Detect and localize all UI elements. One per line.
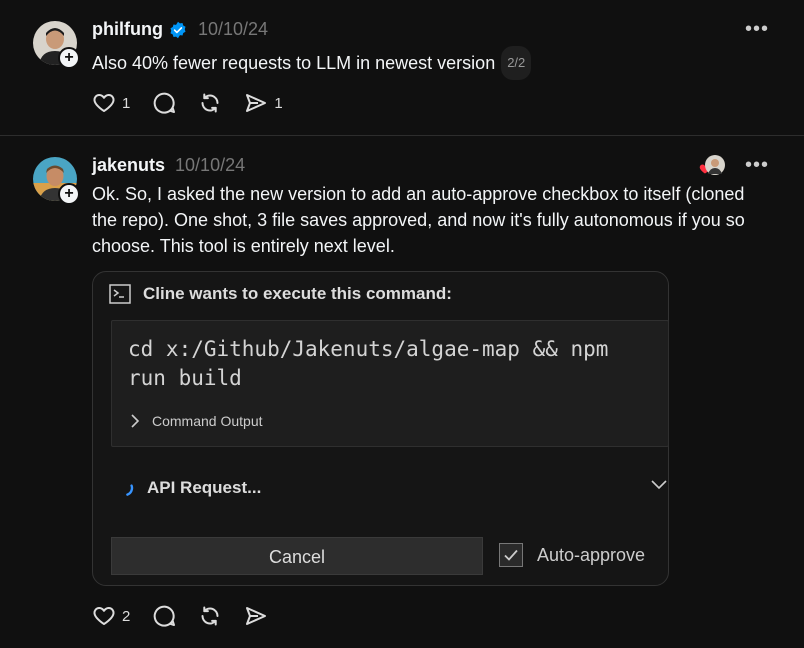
post-text-line: Ok. So, I asked the new version to add a… xyxy=(92,184,745,204)
command-line: cd x:/Github/Jakenuts/algae-map && npm xyxy=(128,337,609,361)
username[interactable]: jakenuts xyxy=(92,155,165,176)
comment-icon xyxy=(154,605,176,627)
follow-plus-icon[interactable]: + xyxy=(58,183,80,205)
reply-button[interactable] xyxy=(152,91,176,115)
send-icon xyxy=(246,607,267,625)
share-button[interactable]: 1 xyxy=(244,91,283,115)
command-line: run build xyxy=(128,366,242,390)
auto-approve-control[interactable]: Auto-approve xyxy=(499,543,645,567)
auto-approve-checkbox[interactable] xyxy=(499,543,523,567)
repost-icon xyxy=(201,93,219,113)
post-actions: 1 1 xyxy=(92,91,305,115)
cancel-button[interactable]: Cancel xyxy=(111,537,483,575)
share-count: 1 xyxy=(274,94,283,112)
like-count: 2 xyxy=(122,607,131,625)
card-title: Cline wants to execute this command: xyxy=(143,284,452,303)
liked-by-avatar[interactable] xyxy=(699,155,725,177)
post-text-line: the repo). One shot, 3 file saves approv… xyxy=(92,210,745,230)
post-timestamp[interactable]: 10/10/24 xyxy=(198,19,268,40)
api-request-label: API Request... xyxy=(147,478,262,497)
reply-button[interactable] xyxy=(152,604,176,628)
thread-page-badge: 2/2 xyxy=(501,46,532,80)
like-button[interactable]: 1 xyxy=(92,91,130,115)
repost-button[interactable] xyxy=(198,91,222,115)
post-jakenuts: + jakenuts 10/10/24 ••• Ok. So, I asked … xyxy=(0,137,804,648)
checkmark-icon xyxy=(504,549,518,561)
more-options-icon[interactable]: ••• xyxy=(745,18,769,41)
post-actions: 2 xyxy=(92,604,290,628)
post-philfung: + philfung 10/10/24 ••• Also 40% fewer r… xyxy=(0,0,804,136)
like-button[interactable]: 2 xyxy=(92,604,130,628)
command-output-label: Command Output xyxy=(152,413,263,429)
heart-icon xyxy=(93,607,115,625)
username[interactable]: philfung xyxy=(92,19,163,40)
chevron-right-icon xyxy=(131,414,140,428)
command-text: cd x:/Github/Jakenuts/algae-map && npm r… xyxy=(128,335,663,393)
comment-icon xyxy=(154,92,176,114)
spinner-icon xyxy=(126,484,134,496)
card-header: Cline wants to execute this command: xyxy=(109,284,452,304)
follow-plus-icon[interactable]: + xyxy=(58,47,80,69)
command-output-toggle[interactable]: Command Output xyxy=(130,413,263,429)
embedded-image-card[interactable]: Cline wants to execute this command: cd … xyxy=(92,271,669,586)
repost-icon xyxy=(201,606,219,626)
post-text-content: Also 40% fewer requests to LLM in newest… xyxy=(92,53,496,73)
heart-icon xyxy=(93,94,115,112)
verified-badge-icon xyxy=(170,21,186,38)
terminal-icon xyxy=(109,284,131,304)
post-timestamp[interactable]: 10/10/24 xyxy=(175,155,245,176)
like-count: 1 xyxy=(122,94,131,112)
api-request-row[interactable]: API Request... xyxy=(115,478,667,498)
auto-approve-label: Auto-approve xyxy=(537,544,646,565)
more-options-icon[interactable]: ••• xyxy=(745,154,769,177)
share-button[interactable] xyxy=(244,604,268,628)
post-text: Also 40% fewer requests to LLM in newest… xyxy=(92,46,532,80)
post-text: Ok. So, I asked the new version to add a… xyxy=(92,181,792,259)
command-box: cd x:/Github/Jakenuts/algae-map && npm r… xyxy=(111,320,669,447)
avatar-mini-icon xyxy=(705,155,725,175)
repost-button[interactable] xyxy=(198,604,222,628)
send-icon xyxy=(246,94,267,112)
chevron-down-icon[interactable] xyxy=(651,480,667,490)
post-text-line: choose. This tool is entirely next level… xyxy=(92,236,395,256)
